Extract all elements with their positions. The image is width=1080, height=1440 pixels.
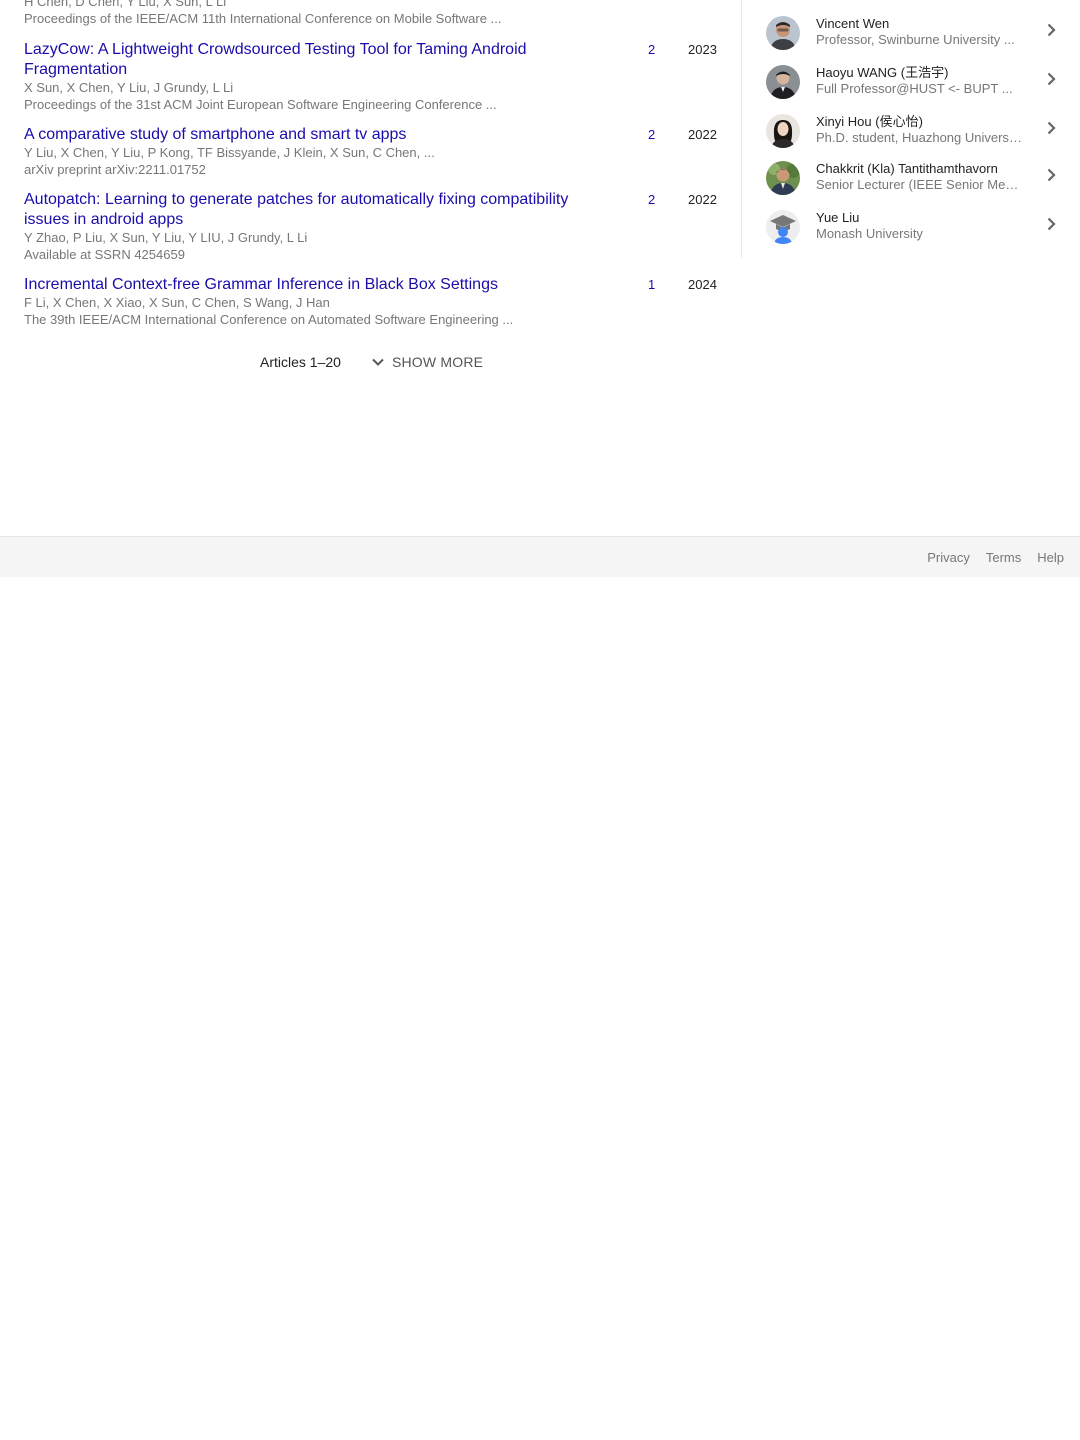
article-title-link[interactable]: A comparative study of smartphone and sm…: [24, 125, 604, 145]
coauthor-name: Haoyu WANG (王浩宇): [816, 65, 949, 80]
footer-links: Privacy Terms Help: [911, 550, 1064, 565]
article-venue: The 39th IEEE/ACM International Conferen…: [24, 311, 514, 327]
coauthor-name: Xinyi Hou (侯心怡): [816, 114, 923, 129]
article-row: H Chen, D Chen, Y Liu, X Sun, L Li Proce…: [24, 0, 724, 27]
cited-by-count-link[interactable]: 2: [648, 127, 655, 143]
article-authors: F Li, X Chen, X Xiao, X Sun, C Chen, S W…: [24, 295, 330, 310]
cited-by-count-link[interactable]: 2: [648, 192, 655, 208]
cited-by-count-link[interactable]: 1: [648, 277, 655, 293]
show-more-button[interactable]: SHOW MORE: [371, 354, 483, 370]
coauthor-item[interactable]: Xinyi Hou (侯心怡) Ph.D. student, Huazhong …: [766, 114, 1066, 154]
article-venue: arXiv preprint arXiv:2211.01752: [24, 161, 206, 177]
default-scholar-avatar-icon: [766, 210, 800, 244]
page-footer: Privacy Terms Help: [0, 536, 1080, 577]
chevron-right-icon: [1047, 168, 1056, 182]
coauthor-item[interactable]: Vincent Wen Professor, Swinburne Univers…: [766, 16, 1066, 56]
chevron-right-icon: [1047, 217, 1056, 231]
article-year: 2022: [688, 127, 717, 142]
coauthor-avatar: [766, 114, 800, 148]
article-title-link[interactable]: Autopatch: Learning to generate patches …: [24, 190, 604, 230]
article-year: 2024: [688, 277, 717, 292]
coauthor-avatar: [766, 65, 800, 99]
article-row: Incremental Context-free Grammar Inferen…: [24, 275, 724, 328]
article-authors: Y Zhao, P Liu, X Sun, Y Liu, Y LIU, J Gr…: [24, 230, 308, 245]
cited-by-count-link[interactable]: 2: [648, 42, 655, 58]
column-divider: [741, 0, 742, 258]
article-row: A comparative study of smartphone and sm…: [24, 125, 724, 178]
privacy-link[interactable]: Privacy: [927, 550, 970, 565]
coauthor-item[interactable]: Chakkrit (Kla) Tantithamthavorn Senior L…: [766, 161, 1066, 201]
article-year: 2023: [688, 42, 717, 57]
chevron-right-icon: [1047, 72, 1056, 86]
article-year: 2022: [688, 192, 717, 207]
show-more-label: SHOW MORE: [391, 354, 484, 370]
coauthor-avatar: [766, 16, 800, 50]
article-row: Autopatch: Learning to generate patches …: [24, 190, 724, 263]
terms-link[interactable]: Terms: [986, 550, 1021, 565]
help-link[interactable]: Help: [1037, 550, 1064, 565]
article-authors: H Chen, D Chen, Y Liu, X Sun, L Li: [24, 0, 227, 9]
articles-range-label: Articles 1–20: [260, 354, 341, 370]
coauthor-affiliation: Senior Lecturer (IEEE Senior Member) ...: [816, 177, 1022, 192]
coauthor-item[interactable]: Yue Liu Monash University: [766, 210, 1066, 250]
coauthor-name: Chakkrit (Kla) Tantithamthavorn: [816, 161, 998, 176]
article-authors: X Sun, X Chen, Y Liu, J Grundy, L Li: [24, 80, 234, 95]
article-venue: Proceedings of the 31st ACM Joint Europe…: [24, 96, 497, 112]
coauthor-affiliation: Full Professor@HUST <- BUPT ...: [816, 81, 1013, 96]
coauthor-item[interactable]: Haoyu WANG (王浩宇) Full Professor@HUST <- …: [766, 65, 1066, 105]
article-row: LazyCow: A Lightweight Crowdsourced Test…: [24, 40, 724, 113]
coauthor-avatar: [766, 161, 800, 195]
coauthor-affiliation: Monash University: [816, 226, 923, 241]
article-venue: Proceedings of the IEEE/ACM 11th Interna…: [24, 10, 502, 26]
article-title-link[interactable]: LazyCow: A Lightweight Crowdsourced Test…: [24, 40, 604, 80]
chevron-down-icon: [372, 358, 384, 366]
scholar-profile-page: H Chen, D Chen, Y Liu, X Sun, L Li Proce…: [0, 0, 1080, 1440]
coauthor-affiliation: Professor, Swinburne University ...: [816, 32, 1015, 47]
coauthor-name: Vincent Wen: [816, 16, 890, 31]
coauthor-affiliation: Ph.D. student, Huazhong University ...: [816, 130, 1022, 145]
coauthor-name: Yue Liu: [816, 210, 860, 225]
article-title-link[interactable]: Incremental Context-free Grammar Inferen…: [24, 275, 604, 295]
chevron-right-icon: [1047, 121, 1056, 135]
article-venue: Available at SSRN 4254659: [24, 246, 185, 262]
article-authors: Y Liu, X Chen, Y Liu, P Kong, TF Bissyan…: [24, 145, 435, 160]
articles-pager: Articles 1–20 SHOW MORE: [260, 354, 483, 370]
chevron-right-icon: [1047, 23, 1056, 37]
